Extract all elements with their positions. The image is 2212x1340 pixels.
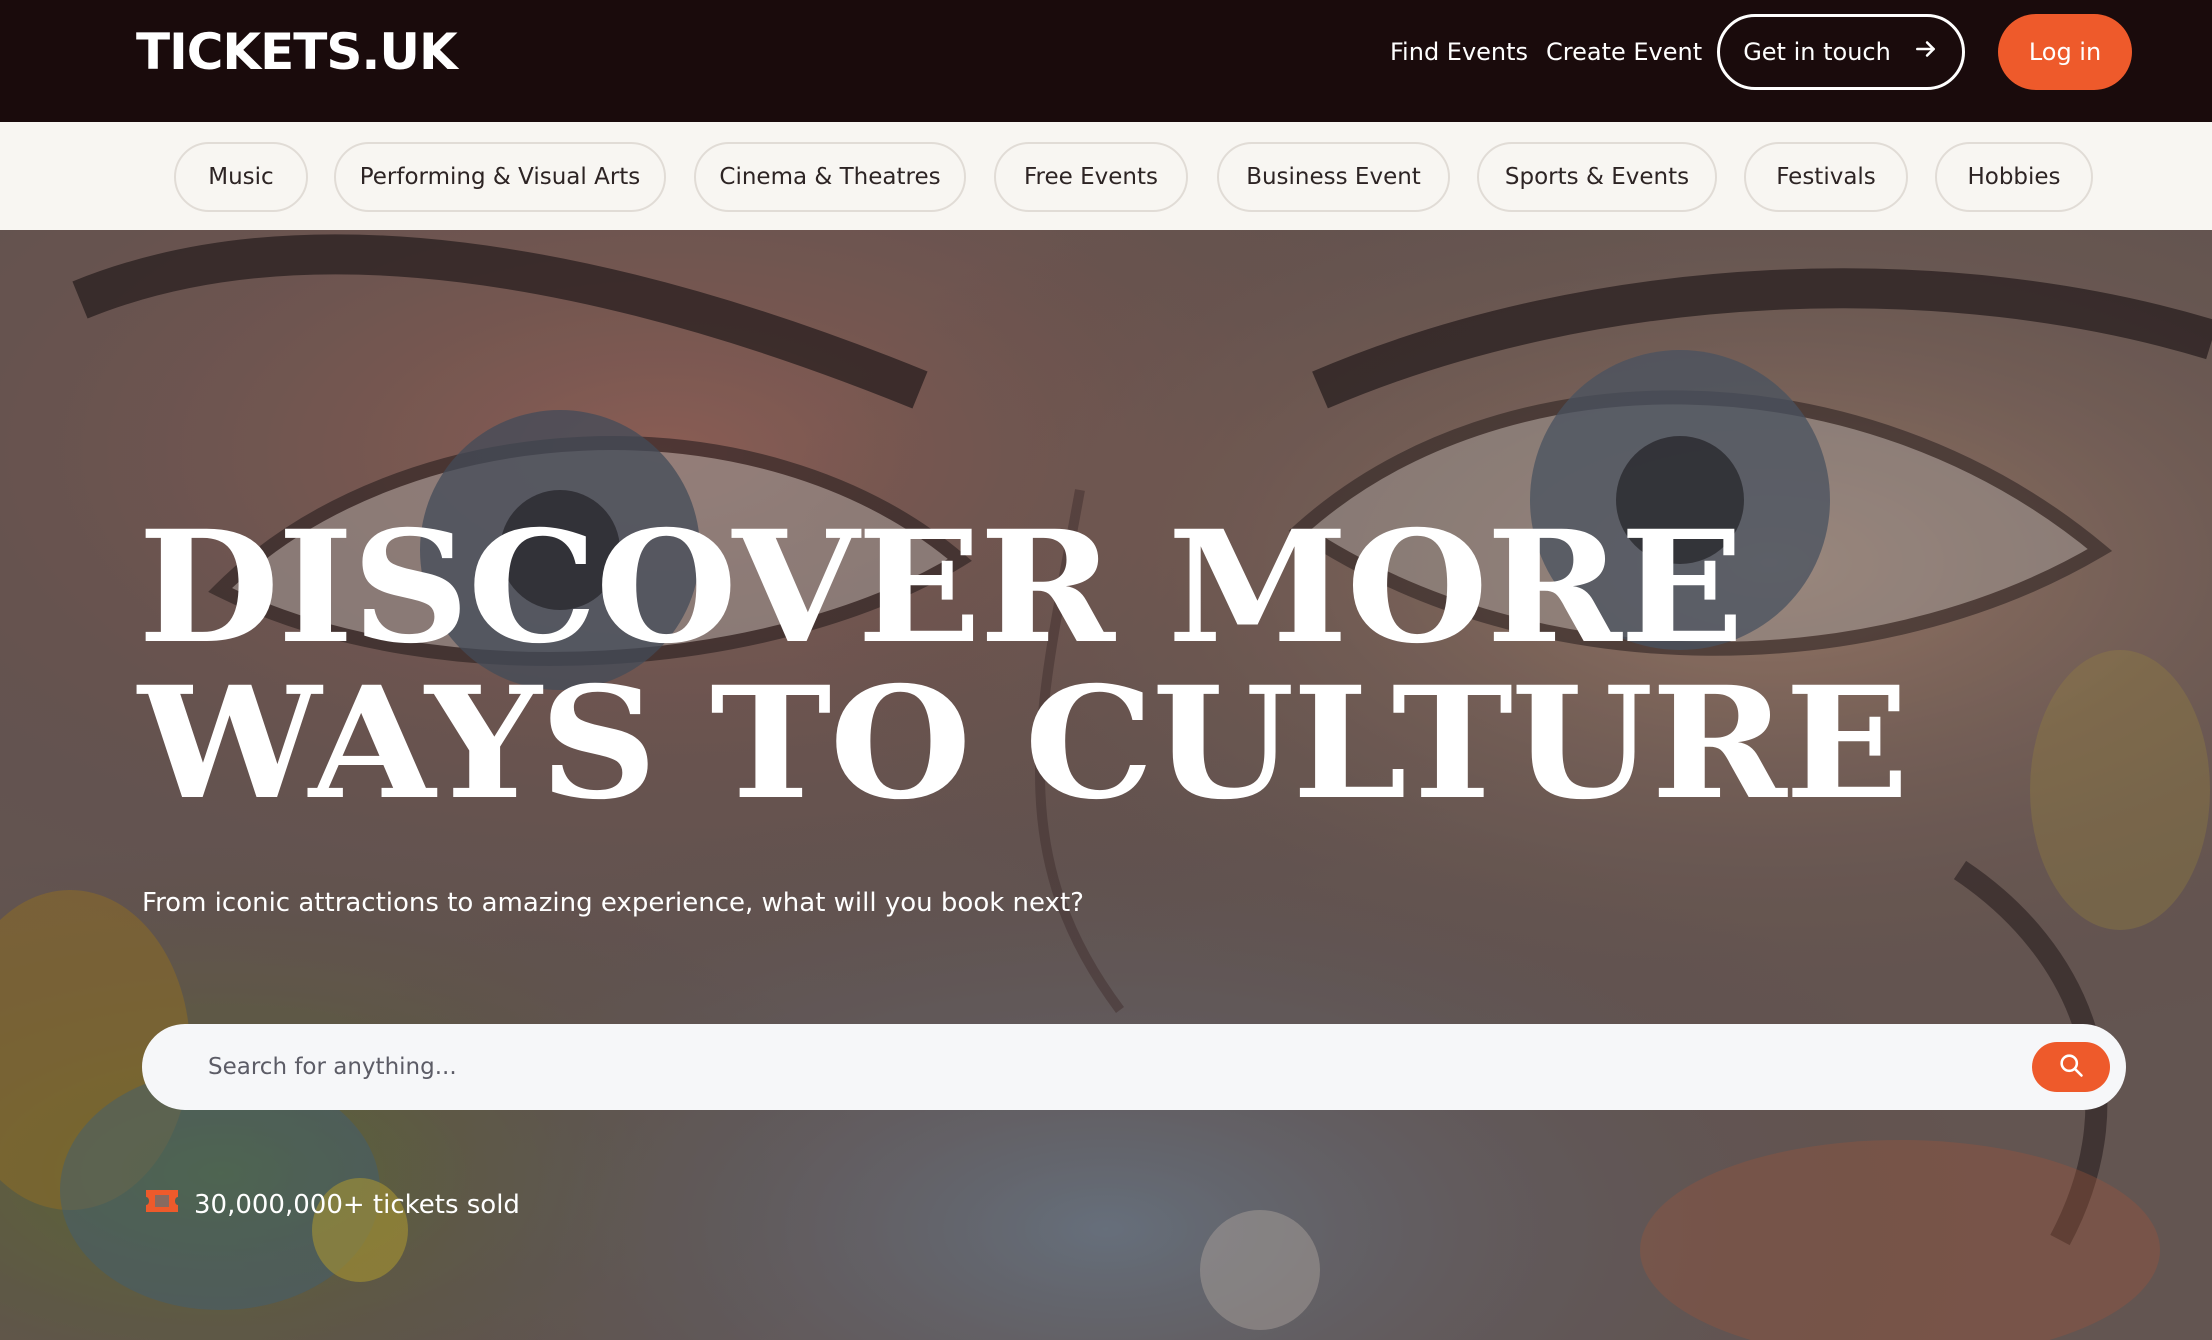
search-button[interactable] (2032, 1042, 2110, 1092)
category-bar: Music Performing & Visual Arts Cinema & … (0, 122, 2212, 230)
search-icon (2057, 1051, 2085, 1084)
arrow-right-icon (1913, 36, 1939, 68)
category-chip-hobbies[interactable]: Hobbies (1935, 142, 2093, 212)
category-chip-free-events[interactable]: Free Events (994, 142, 1188, 212)
hero-headline-line-2: WAYS TO CULTURE (138, 653, 1909, 834)
login-button[interactable]: Log in (1998, 14, 2132, 90)
nav-find-events[interactable]: Find Events (1390, 36, 1528, 68)
hero-headline-line-1: DISCOVER MORE (138, 497, 1744, 678)
hero-subheading: From iconic attractions to amazing exper… (142, 888, 1084, 918)
category-chip-cinema-theatres[interactable]: Cinema & Theatres (694, 142, 966, 212)
category-chip-sports-events[interactable]: Sports & Events (1477, 142, 1717, 212)
nav-create-event[interactable]: Create Event (1546, 36, 1702, 68)
category-chip-performing-visual-arts[interactable]: Performing & Visual Arts (334, 142, 666, 212)
top-navbar: TICKETS.UK Find Events Create Event Get … (0, 0, 2212, 122)
hero-headline: DISCOVER MORE WAYS TO CULTURE (138, 510, 2152, 822)
category-chip-festivals[interactable]: Festivals (1744, 142, 1908, 212)
category-chip-business-event[interactable]: Business Event (1217, 142, 1450, 212)
hero-section: DISCOVER MORE WAYS TO CULTURE From iconi… (0, 230, 2212, 1340)
get-in-touch-button[interactable]: Get in touch (1717, 14, 1965, 90)
tickets-sold-text: 30,000,000+ tickets sold (194, 1189, 520, 1220)
search-bar (142, 1024, 2126, 1110)
search-input[interactable] (206, 1024, 2006, 1110)
site-logo[interactable]: TICKETS.UK (136, 22, 458, 82)
tickets-sold-stat: 30,000,000+ tickets sold (144, 1186, 520, 1223)
ticket-icon (144, 1186, 180, 1223)
category-chip-music[interactable]: Music (174, 142, 308, 212)
get-in-touch-label: Get in touch (1743, 38, 1891, 66)
